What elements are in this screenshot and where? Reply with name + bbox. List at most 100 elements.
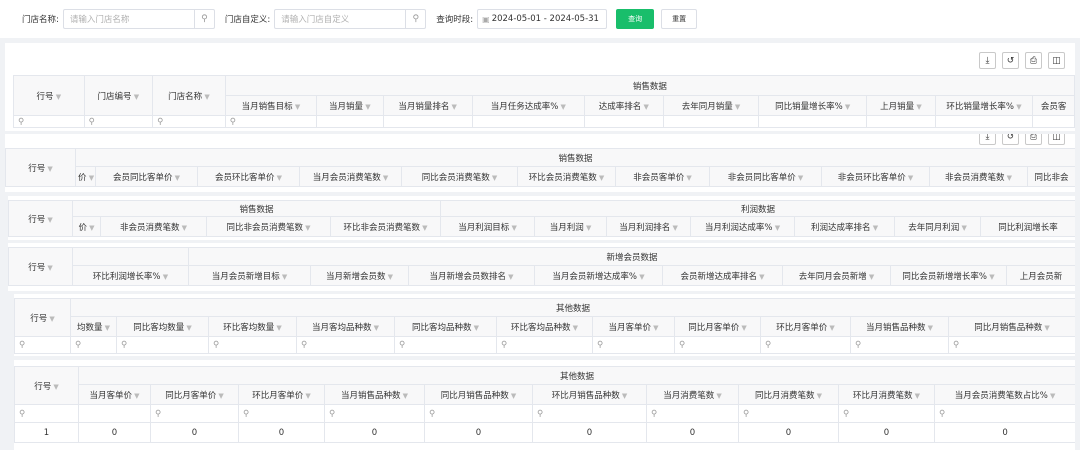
column-header[interactable]: 非会员消费笔数	[929, 166, 1028, 187]
column-header[interactable]: 同比月客单价	[150, 384, 239, 405]
column-header[interactable]: 非会员客单价	[615, 166, 710, 187]
column-header[interactable]: 当月销售目标	[224, 95, 318, 116]
column-header[interactable]: 当月利润	[534, 216, 608, 237]
search-icon[interactable]: ⚲	[70, 336, 117, 354]
search-cell[interactable]	[471, 115, 585, 128]
column-header[interactable]: 当月会员新增达成率%	[534, 265, 663, 286]
column-header[interactable]: 当月利润达成率%	[690, 216, 796, 237]
columns-icon[interactable]: ◫	[1048, 134, 1065, 145]
search-cell[interactable]	[583, 115, 664, 128]
search-icon[interactable]: ⚲	[850, 336, 949, 354]
search-icon[interactable]: ⚲	[150, 404, 239, 423]
column-header[interactable]: 非会员消费笔数	[100, 216, 207, 237]
search-icon[interactable]: ⚲	[13, 115, 85, 128]
search-icon[interactable]: ⚲	[296, 336, 395, 354]
column-header[interactable]: 当月客均品种数	[296, 316, 395, 337]
search-icon[interactable]: ⚲	[738, 404, 839, 423]
column-header[interactable]: 环比销量增长率%	[934, 95, 1034, 116]
search-icon[interactable]: ⚲	[646, 404, 739, 423]
column-header[interactable]: 环比利润增长率%	[72, 265, 189, 286]
column-header[interactable]: 非会员环比客单价	[821, 166, 930, 187]
search-icon[interactable]: ⚲	[224, 115, 318, 128]
column-header[interactable]: 同比月销售品种数	[424, 384, 533, 405]
column-header[interactable]: 当月消费笔数	[646, 384, 739, 405]
col-store-name[interactable]: 门店名称	[152, 75, 226, 116]
column-header[interactable]: 价	[72, 216, 101, 237]
col-store-code[interactable]: 门店编号	[83, 75, 154, 116]
column-header[interactable]: 当月销售品种数	[324, 384, 425, 405]
date-range-input[interactable]: ▣ 2024-05-01 - 2024-05-31	[477, 9, 608, 29]
column-header[interactable]: 当月利润排名	[606, 216, 692, 237]
column-header[interactable]: 会员环比客单价	[197, 166, 300, 187]
column-header[interactable]: 达成率排名	[583, 95, 664, 116]
column-header[interactable]: 环比月消费笔数	[838, 384, 935, 405]
search-cell[interactable]	[758, 115, 868, 128]
column-header[interactable]: 同比会员消费笔数	[401, 166, 518, 187]
search-icon[interactable]: ⚲	[14, 404, 79, 423]
print-icon[interactable]: ⎙	[1025, 52, 1042, 69]
search-icon[interactable]: ⚲	[83, 115, 154, 128]
column-header[interactable]: 当月会员消费笔数	[299, 166, 402, 187]
column-header[interactable]: 会员同比客单价	[95, 166, 198, 187]
search-icon[interactable]: ⚲	[592, 336, 675, 354]
search-icon[interactable]: ⚲	[496, 336, 593, 354]
search-cell[interactable]	[934, 115, 1034, 128]
search-icon[interactable]: ⚲	[424, 404, 533, 423]
column-header[interactable]: 当月新增会员数排名	[408, 265, 535, 286]
col-row-no[interactable]: 行号	[14, 298, 71, 337]
column-header[interactable]: 同比客均品种数	[394, 316, 497, 337]
column-header[interactable]: 同比利润增长率	[980, 216, 1075, 237]
search-cell[interactable]	[316, 115, 384, 128]
store-name-input[interactable]: 请输入门店名称 ⚲	[62, 9, 215, 29]
column-header[interactable]: 利润达成率排名	[794, 216, 896, 237]
col-row-no[interactable]: 行号	[14, 366, 79, 405]
search-icon[interactable]: ⚲	[405, 10, 425, 28]
column-header[interactable]: 价	[75, 166, 96, 187]
col-row-no[interactable]: 行号	[13, 75, 85, 116]
col-row-no[interactable]: 行号	[8, 247, 73, 286]
column-header[interactable]: 环比客均品种数	[496, 316, 593, 337]
column-header[interactable]: 去年同月会员新增	[782, 265, 891, 286]
column-header[interactable]: 上月销量	[866, 95, 936, 116]
column-header[interactable]: 同比销量增长率%	[758, 95, 868, 116]
column-header[interactable]: 当月会员消费笔数占比%	[933, 384, 1075, 405]
column-header[interactable]: 会员客	[1032, 95, 1075, 116]
column-header[interactable]: 同比月客单价	[674, 316, 761, 337]
column-header[interactable]: 同比月销售品种数	[948, 316, 1075, 337]
column-header[interactable]: 非会员同比客单价	[709, 166, 822, 187]
search-icon[interactable]: ⚲	[532, 404, 647, 423]
column-header[interactable]: 环比会员消费笔数	[517, 166, 616, 187]
refresh-icon[interactable]: ↺	[1002, 134, 1019, 145]
column-header[interactable]: 去年同月利润	[894, 216, 982, 237]
column-header[interactable]: 环比月销售品种数	[532, 384, 647, 405]
column-header[interactable]: 环比月客单价	[760, 316, 851, 337]
col-row-no[interactable]: 行号	[8, 200, 73, 237]
search-icon[interactable]: ⚲	[933, 404, 1075, 423]
column-header[interactable]: 环比非会员消费笔数	[329, 216, 442, 237]
column-header[interactable]: 同比非会	[1027, 166, 1075, 187]
search-cell[interactable]	[1032, 115, 1075, 128]
search-cell[interactable]	[78, 404, 151, 423]
download-icon[interactable]: ⤓	[979, 52, 996, 69]
export-icon[interactable]: ⎙	[1025, 134, 1042, 145]
search-icon[interactable]: ⚲	[208, 336, 297, 354]
refresh-icon[interactable]: ↺	[1002, 52, 1019, 69]
search-icon[interactable]: ⚲	[193, 10, 214, 28]
column-header[interactable]: 上月会员新	[1005, 265, 1075, 286]
column-header[interactable]: 均数量	[70, 316, 117, 337]
search-icon[interactable]: ⚲	[152, 115, 226, 128]
search-icon[interactable]: ⚲	[948, 336, 1075, 354]
column-header[interactable]: 环比月客单价	[238, 384, 325, 405]
reset-button[interactable]: 重置	[661, 9, 698, 29]
columns-icon[interactable]: ◫	[1048, 52, 1065, 69]
column-header[interactable]: 当月销量排名	[382, 95, 473, 116]
column-header[interactable]: 同比月消费笔数	[738, 384, 839, 405]
search-icon[interactable]: ⚲	[838, 404, 935, 423]
search-icon[interactable]: ⚲	[394, 336, 497, 354]
search-icon[interactable]: ⚲	[116, 336, 209, 354]
column-header[interactable]: 环比客均数量	[208, 316, 297, 337]
download-icon[interactable]: ⤓	[979, 134, 996, 145]
column-header[interactable]: 去年同月销量	[662, 95, 760, 116]
column-header[interactable]: 当月销量	[316, 95, 384, 116]
col-row-no[interactable]: 行号	[5, 148, 76, 187]
